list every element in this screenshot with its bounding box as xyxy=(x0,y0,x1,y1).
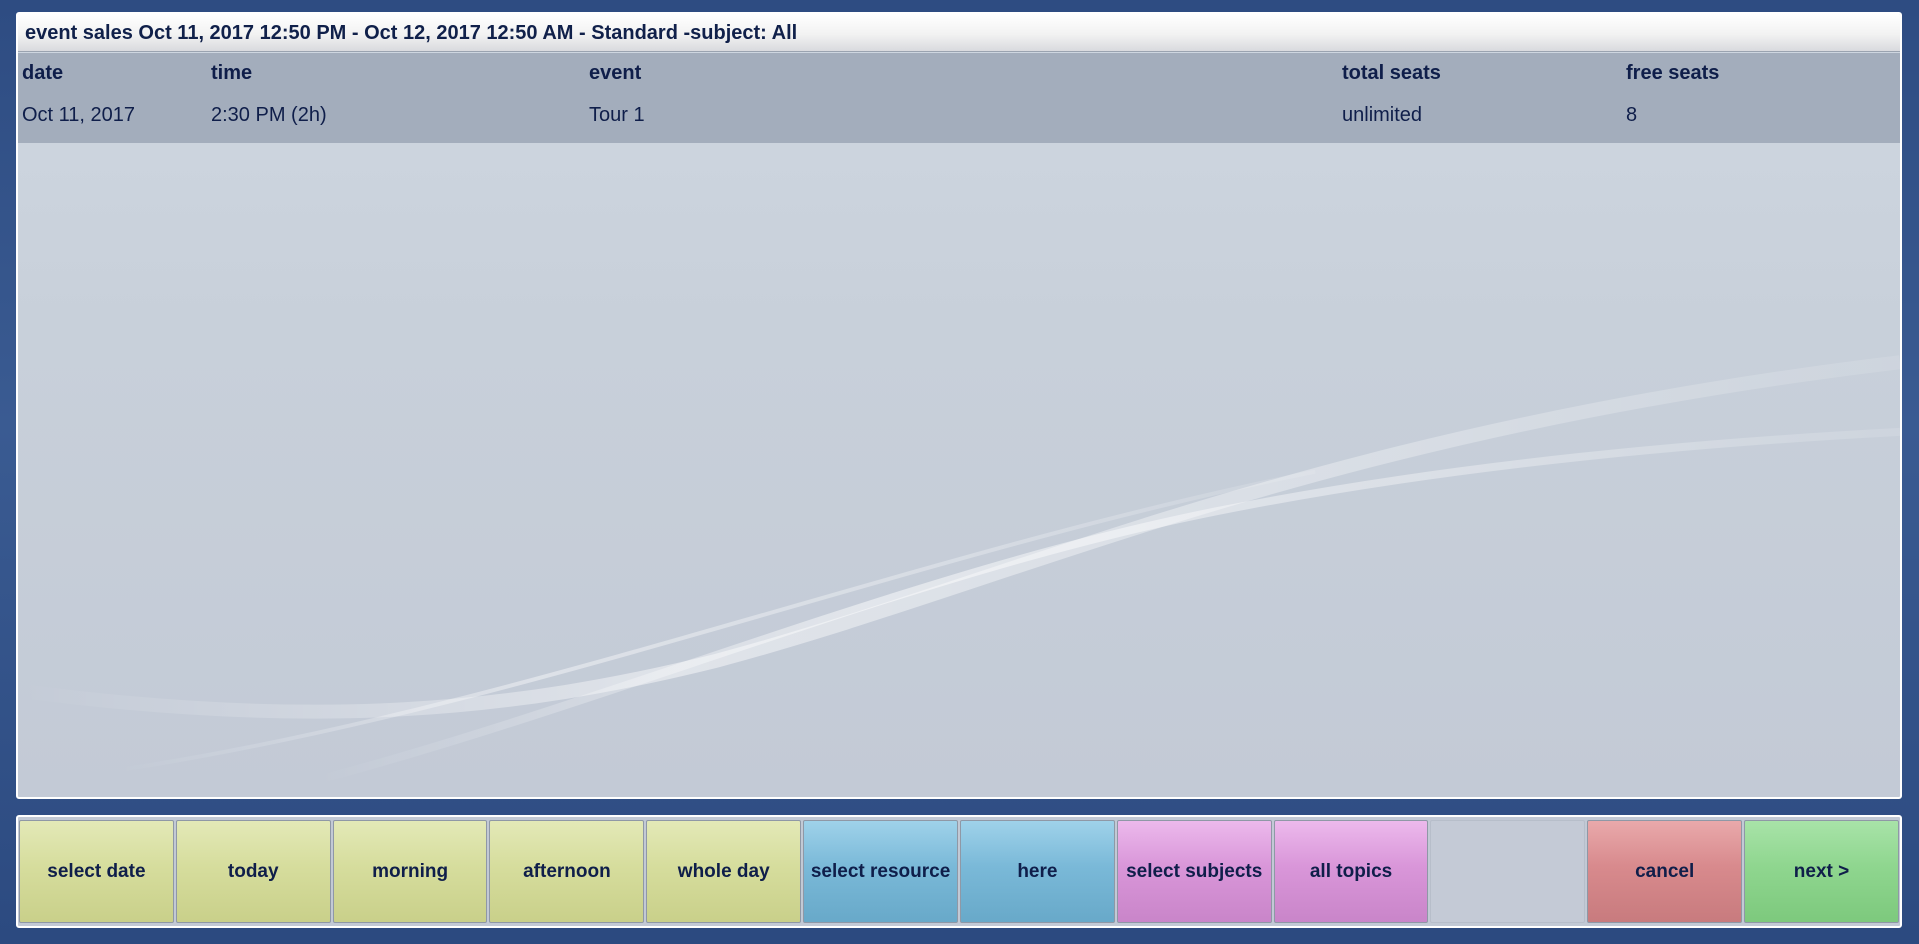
window-title: event sales Oct 11, 2017 12:50 PM - Oct … xyxy=(18,14,1900,52)
select-resource-button[interactable]: select resource xyxy=(803,820,958,923)
column-header-free-seats[interactable]: free seats xyxy=(1626,53,1719,93)
button-bar: select date today morning afternoon whol… xyxy=(16,815,1902,928)
cell-time: 2:30 PM (2h) xyxy=(211,104,327,126)
column-header-event[interactable]: event xyxy=(589,53,641,93)
event-sales-panel: event sales Oct 11, 2017 12:50 PM - Oct … xyxy=(16,12,1902,799)
table-row[interactable]: Oct 11, 2017 2:30 PM (2h) Tour 1 unlimit… xyxy=(18,95,1900,135)
empty-button-slot xyxy=(1430,820,1586,923)
cell-total-seats: unlimited xyxy=(1342,104,1423,126)
column-header-date[interactable]: date xyxy=(22,53,63,93)
select-date-button[interactable]: select date xyxy=(19,820,174,923)
column-header-time[interactable]: time xyxy=(211,53,252,93)
today-button[interactable]: today xyxy=(175,820,331,923)
whole-day-button[interactable]: whole day xyxy=(646,820,802,923)
cell-free-seats: 8 xyxy=(1626,104,1638,126)
all-topics-button[interactable]: all topics xyxy=(1273,820,1429,923)
cancel-button[interactable]: cancel xyxy=(1587,820,1743,923)
cell-date: Oct 11, 2017 xyxy=(22,104,136,126)
table-header-row: date time event total seats free seats xyxy=(18,53,1900,93)
cell-event: Tour 1 xyxy=(589,104,645,126)
events-table: date time event total seats free seats O… xyxy=(18,53,1900,143)
here-button[interactable]: here xyxy=(959,820,1115,923)
next-button[interactable]: next > xyxy=(1744,820,1899,923)
column-header-total-seats[interactable]: total seats xyxy=(1342,53,1441,93)
afternoon-button[interactable]: afternoon xyxy=(489,820,645,923)
morning-button[interactable]: morning xyxy=(332,820,488,923)
select-subjects-button[interactable]: select subjects xyxy=(1116,820,1272,923)
